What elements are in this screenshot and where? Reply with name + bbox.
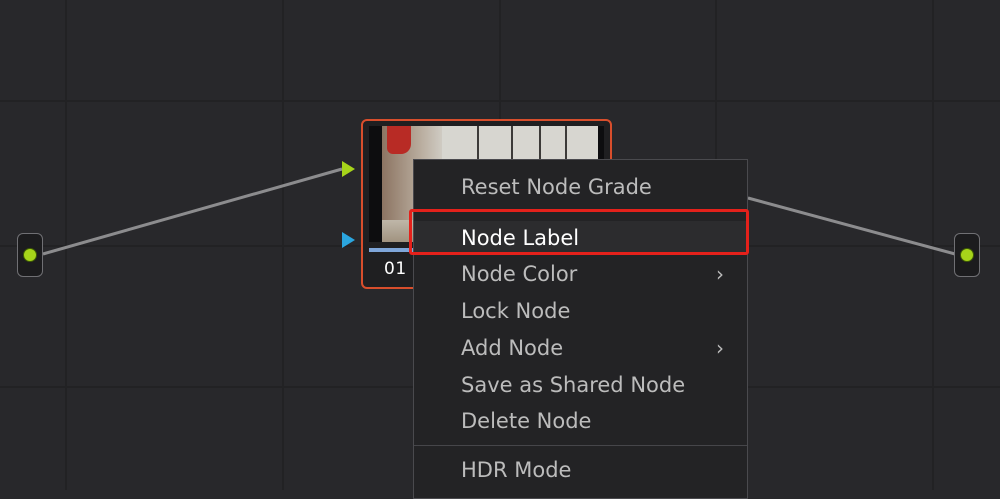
input-connection-line (42, 167, 343, 256)
menu-item-node-color[interactable]: Node Color › (414, 257, 747, 291)
menu-item-delete-node[interactable]: Delete Node (414, 404, 747, 438)
node-tree-output-port[interactable] (954, 233, 980, 277)
menu-divider (414, 209, 747, 210)
menu-item-label: HDR Mode (461, 458, 572, 482)
menu-item-label: Lock Node (461, 299, 571, 323)
menu-item-label: Node Color (461, 262, 578, 286)
output-connection-line (747, 196, 956, 256)
menu-item-label: Node Label (461, 226, 580, 250)
menu-item-hdr-mode[interactable]: HDR Mode (414, 453, 747, 487)
port-dot-icon (960, 248, 974, 262)
key-input-triangle-icon[interactable] (342, 232, 355, 248)
menu-item-label: Save as Shared Node (461, 373, 686, 397)
node-context-menu: Reset Node Grade Node Label Node Color ›… (413, 159, 748, 499)
menu-item-node-label[interactable]: Node Label (414, 221, 747, 255)
chevron-right-icon: › (716, 262, 724, 286)
menu-item-label: Delete Node (461, 409, 592, 433)
node-graph-canvas[interactable]: 01 Reset Node Grade Node Label Node Colo… (0, 0, 1000, 499)
menu-item-save-as-shared-node[interactable]: Save as Shared Node (414, 368, 747, 402)
source-input-port[interactable] (17, 233, 43, 277)
menu-item-lock-node[interactable]: Lock Node (414, 294, 747, 328)
chevron-right-icon: › (716, 336, 724, 360)
rgb-input-triangle-icon[interactable] (342, 161, 355, 177)
menu-divider (414, 445, 747, 446)
menu-item-reset-node-grade[interactable]: Reset Node Grade (414, 170, 747, 204)
node-number-label: 01 (384, 259, 407, 279)
menu-item-label: Add Node (461, 336, 564, 360)
menu-item-label: Reset Node Grade (461, 175, 652, 199)
port-dot-icon (23, 248, 37, 262)
menu-item-add-node[interactable]: Add Node › (414, 331, 747, 365)
